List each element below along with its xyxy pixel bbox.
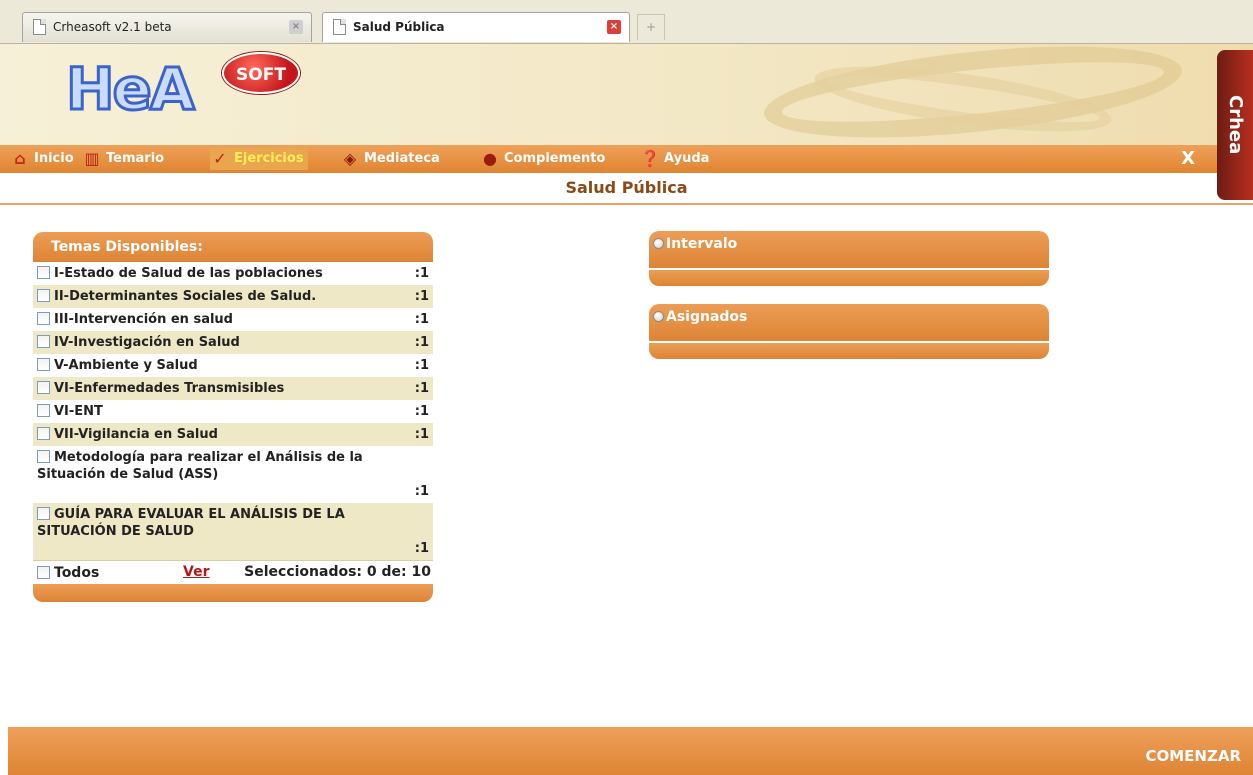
topic-item[interactable]: I-Estado de Salud de las poblaciones :1 [33,262,433,285]
topic-item[interactable]: VI-Enfermedades Transmisibles :1 [33,377,433,400]
topic-count: :1 [414,335,429,350]
intervalo-label: Intervalo [666,236,738,252]
close-app-button[interactable]: X [1181,148,1195,170]
topic-count: :1 [414,289,429,304]
topic-count: :1 [414,484,429,499]
topic-label: IV-Investigación en Salud [54,335,240,350]
topic-item[interactable]: III-Intervención en salud :1 [33,308,433,331]
topic-count: :1 [414,404,429,419]
start-button[interactable]: COMENZAR [1145,747,1241,765]
intervalo-panel-footer [649,270,1049,286]
topic-count: :1 [414,266,429,281]
view-link[interactable]: Ver [183,564,209,580]
topic-checkbox[interactable] [37,289,50,302]
topic-item[interactable]: VI-ENT :1 [33,400,433,423]
complement-icon: ● [483,149,497,168]
intervalo-radio[interactable] [653,238,664,249]
topic-checkbox[interactable] [37,312,50,325]
topic-count: :1 [414,358,429,373]
topics-panel: Temas Disponibles: I-Estado de Salud de … [33,232,433,602]
nav-temario[interactable]: ▥ Temario [82,148,164,170]
nav-ayuda[interactable]: ❓ Ayuda [640,148,709,170]
new-tab-button[interactable]: + [637,14,665,40]
topic-label: VI-ENT [54,404,103,419]
browser-tab-label: Salud Pública [353,20,445,34]
topic-item[interactable]: V-Ambiente y Salud :1 [33,354,433,377]
asignados-option[interactable]: Asignados [649,304,1049,341]
topic-checkbox[interactable] [37,450,50,463]
help-icon: ❓ [640,149,660,168]
topic-checkbox[interactable] [37,507,50,520]
document-icon [33,19,46,35]
browser-tab-label: Crheasoft v2.1 beta [53,20,172,34]
topics-panel-title: Temas Disponibles: [33,232,433,262]
topic-checkbox[interactable] [37,404,50,417]
close-tab-icon[interactable]: × [289,20,303,34]
topic-label: VI-Enfermedades Transmisibles [54,381,285,396]
browser-tab-strip: Crheasoft v2.1 beta × Salud Pública × + [0,0,1253,44]
book-icon: ▥ [84,149,100,168]
intervalo-panel: Intervalo [649,231,1049,286]
topics-panel-footer [33,584,433,602]
topic-count: :1 [414,427,429,442]
topic-item[interactable]: II-Determinantes Sociales de Salud. :1 [33,285,433,308]
intervalo-option[interactable]: Intervalo [649,231,1049,268]
topic-item[interactable]: VII-Vigilancia en Salud :1 [33,423,433,446]
selected-count: Seleccionados: 0 de: 10 [244,564,431,580]
topic-count: :1 [414,312,429,327]
asignados-label: Asignados [666,309,748,325]
browser-tab-salud-publica[interactable]: Salud Pública × [322,12,630,42]
select-all-row: Todos Ver Seleccionados: 0 de: 10 [33,560,433,584]
logo-badge: SOFT [222,52,300,94]
topic-label: II-Determinantes Sociales de Salud. [54,289,317,304]
close-tab-icon[interactable]: × [607,20,621,34]
page-title: Salud Pública [565,178,688,197]
topic-checkbox[interactable] [37,427,50,440]
asignados-panel: Asignados [649,304,1049,359]
topic-label: III-Intervención en salud [54,312,233,327]
topic-checkbox[interactable] [37,335,50,348]
asignados-radio[interactable] [653,311,664,322]
nav-complemento[interactable]: ● Complemento [480,148,605,170]
nav-mediateca[interactable]: ◈ Mediateca [340,148,440,170]
topic-checkbox[interactable] [37,266,50,279]
nav-inicio[interactable]: ⌂ Inicio [10,148,73,170]
topic-item[interactable]: Metodología para realizar el Análisis de… [33,446,433,503]
topic-label: GUÍA PARA EVALUAR EL ANÁLISIS DE LA SITU… [37,507,345,539]
topic-checkbox[interactable] [37,358,50,371]
title-bar: Salud Pública [0,173,1253,205]
topic-label: Metodología para realizar el Análisis de… [37,450,363,482]
select-all-label: Todos [54,565,100,581]
nav-ejercicios[interactable]: ✓ Ejercicios [210,148,308,170]
document-icon [333,19,346,35]
topic-label: V-Ambiente y Salud [54,358,198,373]
topic-list: I-Estado de Salud de las poblaciones :1 … [33,262,433,584]
logo-text: HeA [65,54,197,125]
home-icon: ⌂ [14,149,26,168]
checkmark-icon: ✓ [213,149,227,168]
browser-tab-crheasoft[interactable]: Crheasoft v2.1 beta × [22,12,312,42]
topic-label: VII-Vigilancia en Salud [54,427,218,442]
media-icon: ◈ [343,149,357,168]
main-nav: ⌂ Inicio ▥ Temario ✓ Ejercicios ◈ Mediat… [0,145,1253,173]
app-header: HeA SOFT [0,44,1253,145]
topic-item[interactable]: GUÍA PARA EVALUAR EL ANÁLISIS DE LA SITU… [33,503,433,560]
select-all-checkbox[interactable] [37,566,50,579]
topic-count: :1 [414,381,429,396]
asignados-panel-footer [649,343,1049,359]
topic-checkbox[interactable] [37,381,50,394]
footer-bar: COMENZAR [8,727,1253,775]
hea-soft-logo: HeA SOFT [65,52,300,125]
topic-item[interactable]: IV-Investigación en Salud :1 [33,331,433,354]
topic-label: I-Estado de Salud de las poblaciones [54,266,323,281]
topic-count: :1 [414,541,429,556]
